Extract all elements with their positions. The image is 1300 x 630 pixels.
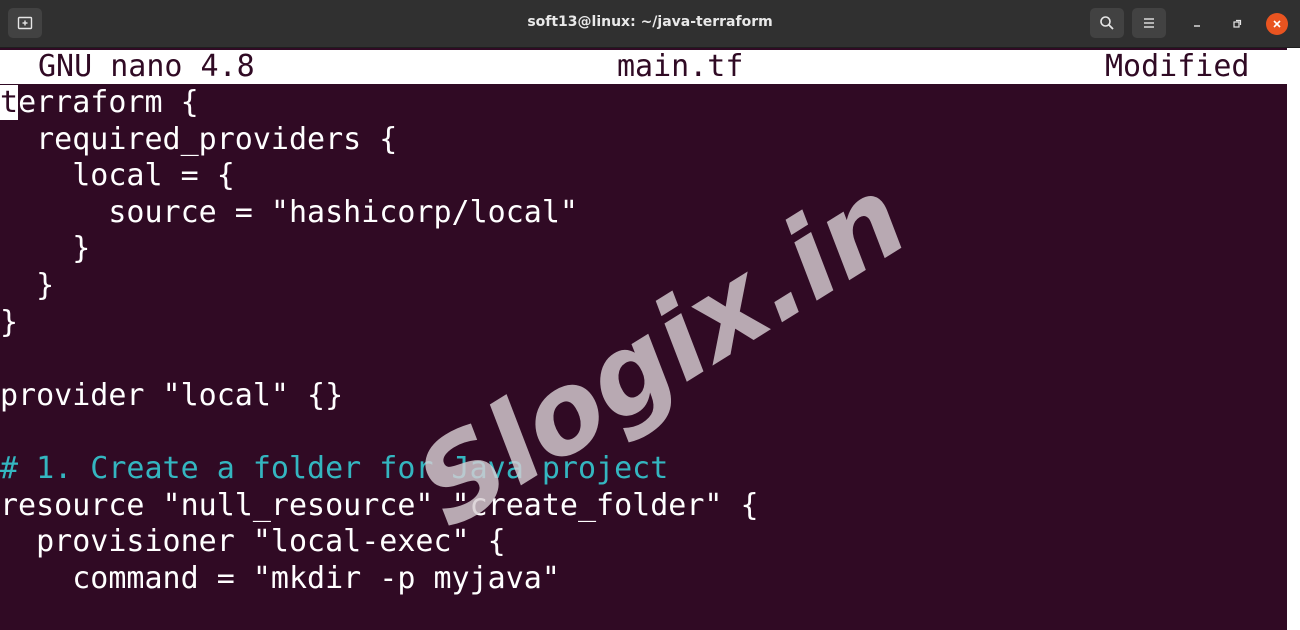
hamburger-menu-icon: [1144, 18, 1154, 28]
terminal-area[interactable]: GNU nano 4.8 main.tf Modified terraform …: [0, 48, 1287, 630]
nano-filename: main.tf: [617, 49, 744, 84]
code-line[interactable]: provisioner "local-exec" {: [0, 524, 506, 561]
code-line[interactable]: provider "local" {}: [0, 378, 343, 415]
minimize-icon: [1194, 25, 1200, 27]
code-line[interactable]: terraform {: [0, 85, 199, 122]
code-line[interactable]: command = "mkdir -p myjava": [0, 561, 560, 598]
code-text: erraform {: [18, 85, 199, 120]
code-line[interactable]: }: [0, 305, 18, 342]
code-line[interactable]: resource "null_resource" "create_folder"…: [0, 488, 759, 525]
code-line[interactable]: source = "hashicorp/local": [0, 195, 578, 232]
code-line[interactable]: }: [0, 231, 90, 268]
terminal-window: soft13@linux: ~/java-terraform GNU nano …: [0, 0, 1300, 630]
scrollbar[interactable]: [1287, 48, 1300, 630]
maximize-icon: [1233, 19, 1242, 28]
nano-header-bar: GNU nano 4.8 main.tf Modified: [0, 49, 1287, 84]
nano-modified-status: Modified: [1105, 49, 1250, 84]
minimize-button[interactable]: [1186, 13, 1208, 35]
close-icon: [1273, 20, 1281, 28]
text-cursor: t: [0, 85, 19, 120]
nano-version: GNU nano 4.8: [38, 49, 255, 84]
search-icon: [1100, 16, 1114, 30]
code-line[interactable]: local = {: [0, 158, 235, 195]
maximize-button[interactable]: [1226, 13, 1248, 35]
search-button[interactable]: [1090, 8, 1124, 38]
code-comment-line[interactable]: # 1. Create a folder for Java project: [0, 451, 668, 488]
close-button[interactable]: [1266, 13, 1288, 35]
code-line[interactable]: required_providers {: [0, 122, 397, 159]
code-line[interactable]: }: [0, 268, 54, 305]
title-bar: soft13@linux: ~/java-terraform: [0, 0, 1300, 48]
menu-button[interactable]: [1132, 8, 1166, 38]
